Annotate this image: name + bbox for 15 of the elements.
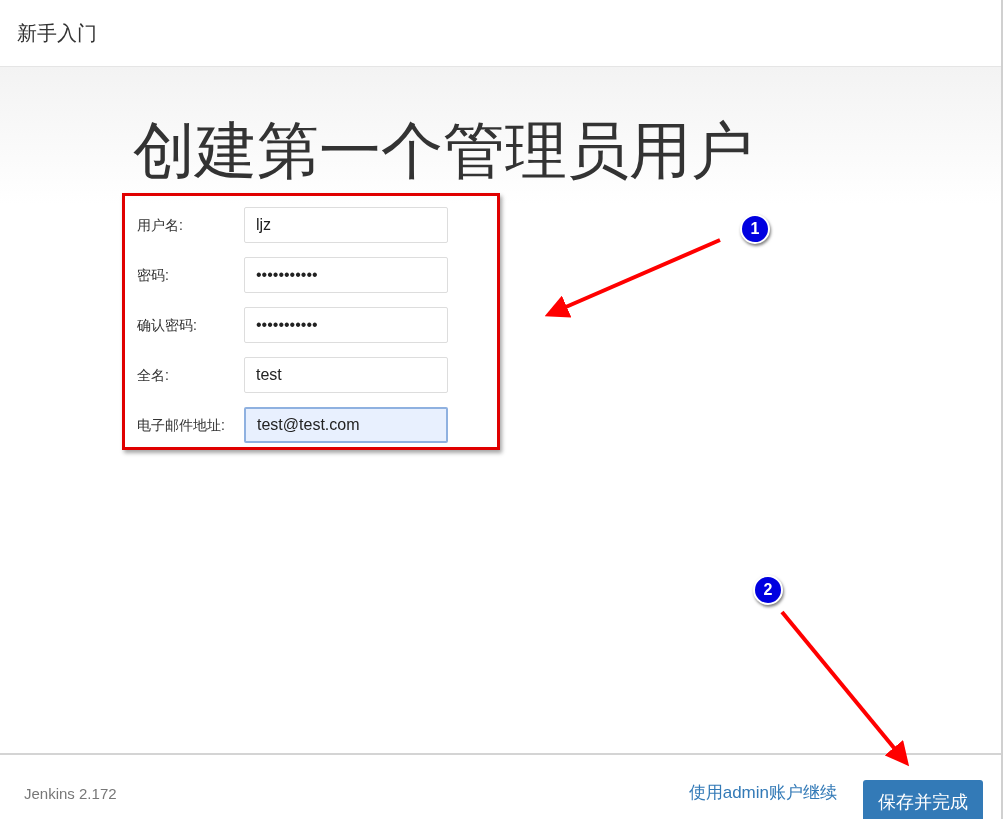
input-field[interactable]: test@test.com <box>244 407 448 443</box>
version-label: Jenkins 2.172 <box>24 783 117 804</box>
input-field[interactable]: test <box>244 357 448 393</box>
field-label: 电子邮件地址: <box>137 415 226 435</box>
field-label: 密码: <box>137 265 170 285</box>
save-and-finish-button[interactable]: 保存并完成 <box>863 779 983 819</box>
input-field[interactable]: ljz <box>244 207 448 243</box>
page-heading: 创建第一个管理员用户 <box>133 115 754 187</box>
input-field[interactable]: ••••••••••• <box>244 307 448 343</box>
continue-as-admin-link[interactable]: 使用admin账户继续 <box>688 780 837 806</box>
field-label: 确认密码: <box>137 315 198 335</box>
field-label: 用户名: <box>137 215 184 235</box>
input-field[interactable]: ••••••••••• <box>244 257 448 293</box>
page-title: 新手入门 <box>17 21 97 46</box>
field-label: 全名: <box>137 365 170 385</box>
